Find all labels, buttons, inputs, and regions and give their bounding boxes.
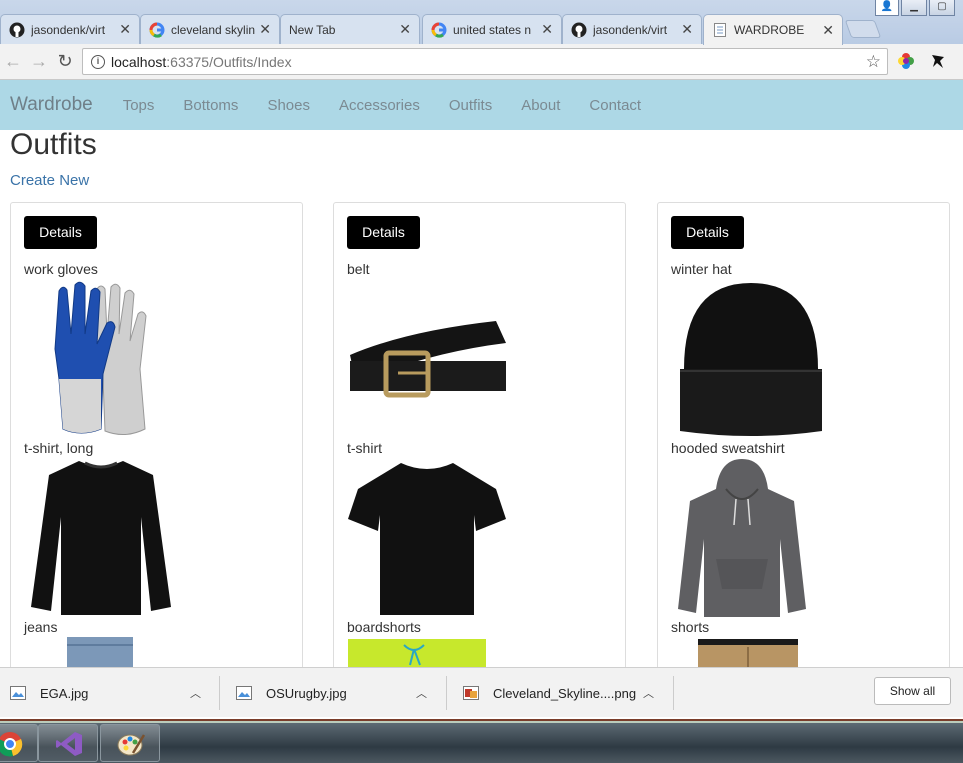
taskbar-item-paint[interactable] xyxy=(100,724,160,762)
browser-toolbar: ← → ↻ i localhost:63375/Outfits/Index ☆ xyxy=(0,44,963,80)
image-file-icon xyxy=(10,686,26,700)
show-all-button[interactable]: Show all xyxy=(874,677,951,705)
create-new-link[interactable]: Create New xyxy=(10,172,89,189)
user-icon[interactable]: 👤 xyxy=(875,0,899,16)
downloads-shelf: EGA.jpg ︿ OSUrugby.jpg ︿ Cleveland_Skyli… xyxy=(0,667,963,717)
taskbar-item-visual-studio[interactable] xyxy=(38,724,98,762)
item-label: belt xyxy=(347,261,370,277)
item-label: boardshorts xyxy=(347,619,421,635)
item-label: work gloves xyxy=(24,261,98,277)
reload-icon[interactable]: ↻ xyxy=(52,51,78,72)
nav-link-about[interactable]: About xyxy=(521,97,560,114)
details-button[interactable]: Details xyxy=(671,216,744,249)
outfit-card: Details winter hat hooded sweatshirt sho… xyxy=(657,202,950,672)
browser-tab[interactable]: jasondenk/virt ✕ xyxy=(562,14,702,44)
outfit-card: Details belt t-shirt boardshorts xyxy=(333,202,626,672)
download-item[interactable]: OSUrugby.jpg ︿ xyxy=(236,668,436,718)
nav-link-tops[interactable]: Tops xyxy=(123,97,155,114)
taskbar-item-chrome[interactable] xyxy=(0,724,38,762)
browser-tab[interactable]: New Tab ✕ xyxy=(280,14,420,44)
window-controls: 👤 ▁ ▢ xyxy=(875,0,955,16)
item-label: winter hat xyxy=(671,261,732,277)
outfit-card: Details work gloves t-shirt, long jeans xyxy=(10,202,303,672)
visual-studio-icon xyxy=(56,732,82,756)
new-tab-button[interactable] xyxy=(844,20,882,38)
belt-image xyxy=(350,321,506,398)
taskbar xyxy=(0,723,963,763)
browser-tab[interactable]: jasondenk/virt ✕ xyxy=(0,14,140,44)
nav-link-bottoms[interactable]: Bottoms xyxy=(183,97,238,114)
item-label: hooded sweatshirt xyxy=(671,440,785,456)
browser-tab-strip: jasondenk/virt ✕ cleveland skylin ✕ New … xyxy=(0,0,963,45)
item-label: shorts xyxy=(671,619,710,635)
info-icon[interactable]: i xyxy=(91,54,105,69)
tab-title: WARDROBE xyxy=(734,23,805,37)
image-file-icon xyxy=(236,686,252,700)
nav-link-outfits[interactable]: Outfits xyxy=(449,97,492,114)
close-icon[interactable]: ✕ xyxy=(399,21,411,38)
details-button[interactable]: Details xyxy=(347,216,420,249)
browser-tab[interactable]: united states n ✕ xyxy=(422,14,562,44)
tab-title: New Tab xyxy=(289,22,336,37)
bookmark-star-icon[interactable]: ☆ xyxy=(866,52,881,72)
site-navbar: Wardrobe Tops Bottoms Shoes Accessories … xyxy=(0,80,963,130)
chevron-up-icon[interactable]: ︿ xyxy=(643,685,654,701)
close-icon[interactable]: ✕ xyxy=(541,21,553,38)
browser-tab[interactable]: cleveland skylin ✕ xyxy=(140,14,280,44)
chevron-up-icon[interactable]: ︿ xyxy=(416,685,427,701)
tab-title: united states n xyxy=(453,22,532,37)
page-title: Outfits xyxy=(10,128,97,161)
divider xyxy=(219,676,220,710)
chevron-up-icon[interactable]: ︿ xyxy=(190,685,201,701)
close-icon[interactable]: ✕ xyxy=(822,22,834,39)
forward-icon[interactable]: → xyxy=(26,51,52,72)
chrome-icon xyxy=(0,732,23,757)
back-icon[interactable]: ← xyxy=(0,51,26,72)
long-sleeve-shirt-image xyxy=(31,461,171,615)
maximize-button[interactable]: ▢ xyxy=(929,0,955,16)
nav-link-contact[interactable]: Contact xyxy=(589,97,641,114)
close-icon[interactable]: ✕ xyxy=(259,21,271,38)
divider xyxy=(673,676,674,710)
nav-link-shoes[interactable]: Shoes xyxy=(267,97,310,114)
google-icon xyxy=(431,22,447,38)
details-button[interactable]: Details xyxy=(24,216,97,249)
nav-link-accessories[interactable]: Accessories xyxy=(339,97,420,114)
close-icon[interactable]: ✕ xyxy=(681,21,693,38)
download-item[interactable]: Cleveland_Skyline....png ︿ xyxy=(463,668,663,718)
download-filename: EGA.jpg xyxy=(40,685,89,701)
brand-link[interactable]: Wardrobe xyxy=(10,94,93,116)
divider xyxy=(446,676,447,710)
url-path: :63375/Outfits/Index xyxy=(166,53,292,70)
tab-title: cleveland skylin xyxy=(171,22,256,37)
github-icon xyxy=(571,22,587,37)
page-icon xyxy=(714,23,726,37)
github-icon xyxy=(9,22,25,37)
item-label: jeans xyxy=(24,619,58,635)
paint-icon xyxy=(117,734,145,756)
address-bar[interactable]: i localhost:63375/Outfits/Index ☆ xyxy=(82,48,888,75)
work-gloves-image xyxy=(54,281,147,435)
minimize-button[interactable]: ▁ xyxy=(901,0,927,16)
color-wheel-extension-icon[interactable] xyxy=(897,52,915,70)
ninja-extension-icon[interactable] xyxy=(929,52,947,70)
t-shirt-image xyxy=(348,463,506,615)
close-icon[interactable]: ✕ xyxy=(119,21,131,38)
download-filename: Cleveland_Skyline....png xyxy=(493,685,637,701)
tab-title: jasondenk/virt xyxy=(31,22,106,37)
item-label: t-shirt xyxy=(347,440,382,456)
download-item[interactable]: EGA.jpg ︿ xyxy=(10,668,210,718)
winter-hat-image xyxy=(680,283,822,436)
browser-tab-active[interactable]: WARDROBE ✕ xyxy=(703,14,843,45)
download-filename: OSUrugby.jpg xyxy=(266,685,347,701)
hooded-sweatshirt-image xyxy=(678,459,806,617)
google-icon xyxy=(149,22,165,38)
item-label: t-shirt, long xyxy=(24,440,94,456)
png-file-icon xyxy=(463,686,479,700)
url-host: localhost xyxy=(111,53,167,70)
tab-title: jasondenk/virt xyxy=(593,22,668,37)
